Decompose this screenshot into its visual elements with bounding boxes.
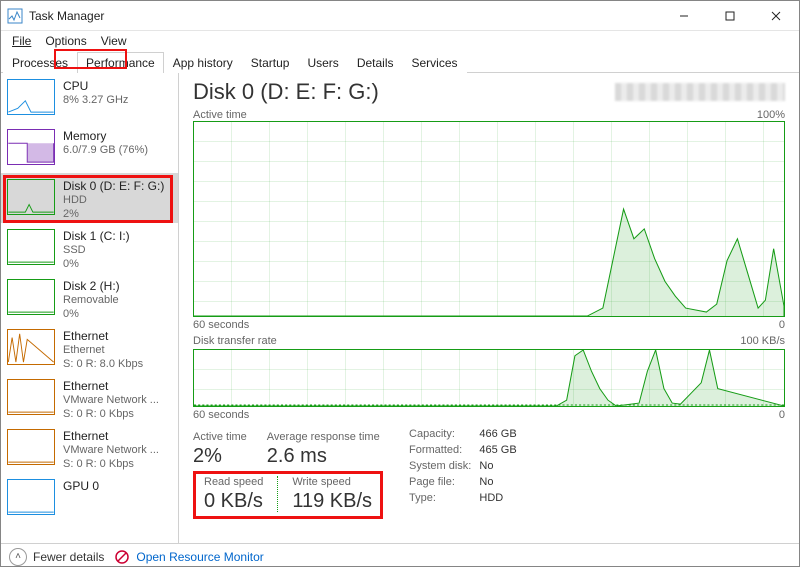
fewer-details-button[interactable]: ˄ Fewer details: [9, 548, 104, 566]
stat-avg-response: Average response time 2.6 ms: [267, 431, 380, 467]
info-row: Page file:No: [409, 475, 523, 489]
sidebar-item-label: Ethernet: [63, 379, 159, 394]
highlight-speed-box: Read speed 0 KB/s Write speed 119 KB/s: [193, 471, 383, 519]
info-row: Capacity:466 GB: [409, 427, 523, 441]
chart2-max: 100 KB/s: [740, 335, 785, 347]
maximize-button[interactable]: [707, 1, 753, 31]
tab-strip: Processes Performance App history Startu…: [1, 51, 799, 73]
chart2-xaxis-right: 0: [779, 409, 785, 421]
sidebar-item-ethernet[interactable]: EthernetVMware Network ...S: 0 R: 0 Kbps: [1, 423, 178, 473]
chart1-label: Active time: [193, 109, 247, 121]
sidebar-thumb: [7, 229, 55, 265]
sidebar-thumb: [7, 79, 55, 115]
menu-bar: File Options View: [1, 31, 799, 51]
tab-users[interactable]: Users: [298, 52, 347, 73]
sidebar-item-label: GPU 0: [63, 479, 99, 494]
sidebar-item-ethernet[interactable]: EthernetEthernetS: 0 R: 8.0 Kbps: [1, 323, 178, 373]
chart2-xaxis-left: 60 seconds: [193, 409, 249, 421]
sidebar-item-label: Ethernet: [63, 329, 143, 344]
sidebar-item-disk-1-c-i-[interactable]: Disk 1 (C: I:)SSD0%: [1, 223, 178, 273]
menu-view[interactable]: View: [94, 32, 134, 50]
page-title: Disk 0 (D: E: F: G:): [193, 79, 379, 105]
tab-performance[interactable]: Performance: [77, 52, 164, 73]
transfer-rate-chart: [193, 349, 785, 407]
sidebar-thumb: [7, 129, 55, 165]
menu-options[interactable]: Options: [38, 32, 93, 50]
tab-startup[interactable]: Startup: [242, 52, 299, 73]
tab-app-history[interactable]: App history: [164, 52, 242, 73]
sidebar-item-label: CPU: [63, 79, 128, 94]
disk-model-text: [615, 83, 785, 101]
tab-processes[interactable]: Processes: [3, 52, 77, 73]
tab-services[interactable]: Services: [403, 52, 467, 73]
minimize-button[interactable]: [661, 1, 707, 31]
stat-write-speed: Write speed 119 KB/s: [292, 476, 372, 512]
sidebar-item-label: Disk 1 (C: I:): [63, 229, 130, 244]
chart1-max: 100%: [757, 109, 785, 121]
sidebar-item-label: Disk 2 (H:): [63, 279, 120, 294]
stat-read-speed: Read speed 0 KB/s: [204, 476, 263, 512]
sidebar-item-gpu-0[interactable]: GPU 0: [1, 473, 178, 523]
info-row: System disk:No: [409, 459, 523, 473]
info-row: Formatted:465 GB: [409, 443, 523, 457]
resource-monitor-icon: [114, 549, 130, 565]
close-button[interactable]: [753, 1, 799, 31]
performance-sidebar: CPU8% 3.27 GHzMemory6.0/7.9 GB (76%)Disk…: [1, 73, 179, 543]
window-title: Task Manager: [29, 9, 661, 23]
chart1-xaxis-left: 60 seconds: [193, 319, 249, 331]
chart1-xaxis-right: 0: [779, 319, 785, 331]
sidebar-thumb: [7, 329, 55, 365]
detail-panel: Disk 0 (D: E: F: G:) Active time 100% 60…: [179, 73, 799, 543]
sidebar-item-disk-2-h-[interactable]: Disk 2 (H:)Removable0%: [1, 273, 178, 323]
sidebar-item-label: Disk 0 (D: E: F: G:): [63, 179, 164, 194]
disk-info-table: Capacity:466 GB Formatted:465 GB System di…: [407, 425, 525, 507]
sidebar-item-ethernet[interactable]: EthernetVMware Network ...S: 0 R: 0 Kbps: [1, 373, 178, 423]
sidebar-item-label: Memory: [63, 129, 148, 144]
titlebar: Task Manager: [1, 1, 799, 31]
sidebar-thumb: [7, 379, 55, 415]
chevron-up-icon: ˄: [9, 548, 27, 566]
task-manager-icon: [7, 8, 23, 24]
sidebar-thumb: [7, 479, 55, 515]
active-time-chart: [193, 121, 785, 317]
sidebar-item-cpu[interactable]: CPU8% 3.27 GHz: [1, 73, 178, 123]
menu-file[interactable]: File: [5, 32, 38, 50]
sidebar-thumb: [7, 429, 55, 465]
info-row: Type:HDD: [409, 491, 523, 505]
sidebar-thumb: [7, 179, 55, 215]
tab-details[interactable]: Details: [348, 52, 403, 73]
sidebar-thumb: [7, 279, 55, 315]
content-area: CPU8% 3.27 GHzMemory6.0/7.9 GB (76%)Disk…: [1, 73, 799, 543]
sidebar-item-memory[interactable]: Memory6.0/7.9 GB (76%): [1, 123, 178, 173]
sidebar-item-disk-0-d-e-f-g-[interactable]: Disk 0 (D: E: F: G:)HDD2%: [1, 173, 178, 223]
open-resource-monitor-link[interactable]: Open Resource Monitor: [114, 549, 263, 565]
chart2-label: Disk transfer rate: [193, 335, 277, 347]
sidebar-item-label: Ethernet: [63, 429, 159, 444]
stat-active-time: Active time 2%: [193, 431, 247, 467]
footer-bar: ˄ Fewer details Open Resource Monitor: [1, 543, 799, 569]
